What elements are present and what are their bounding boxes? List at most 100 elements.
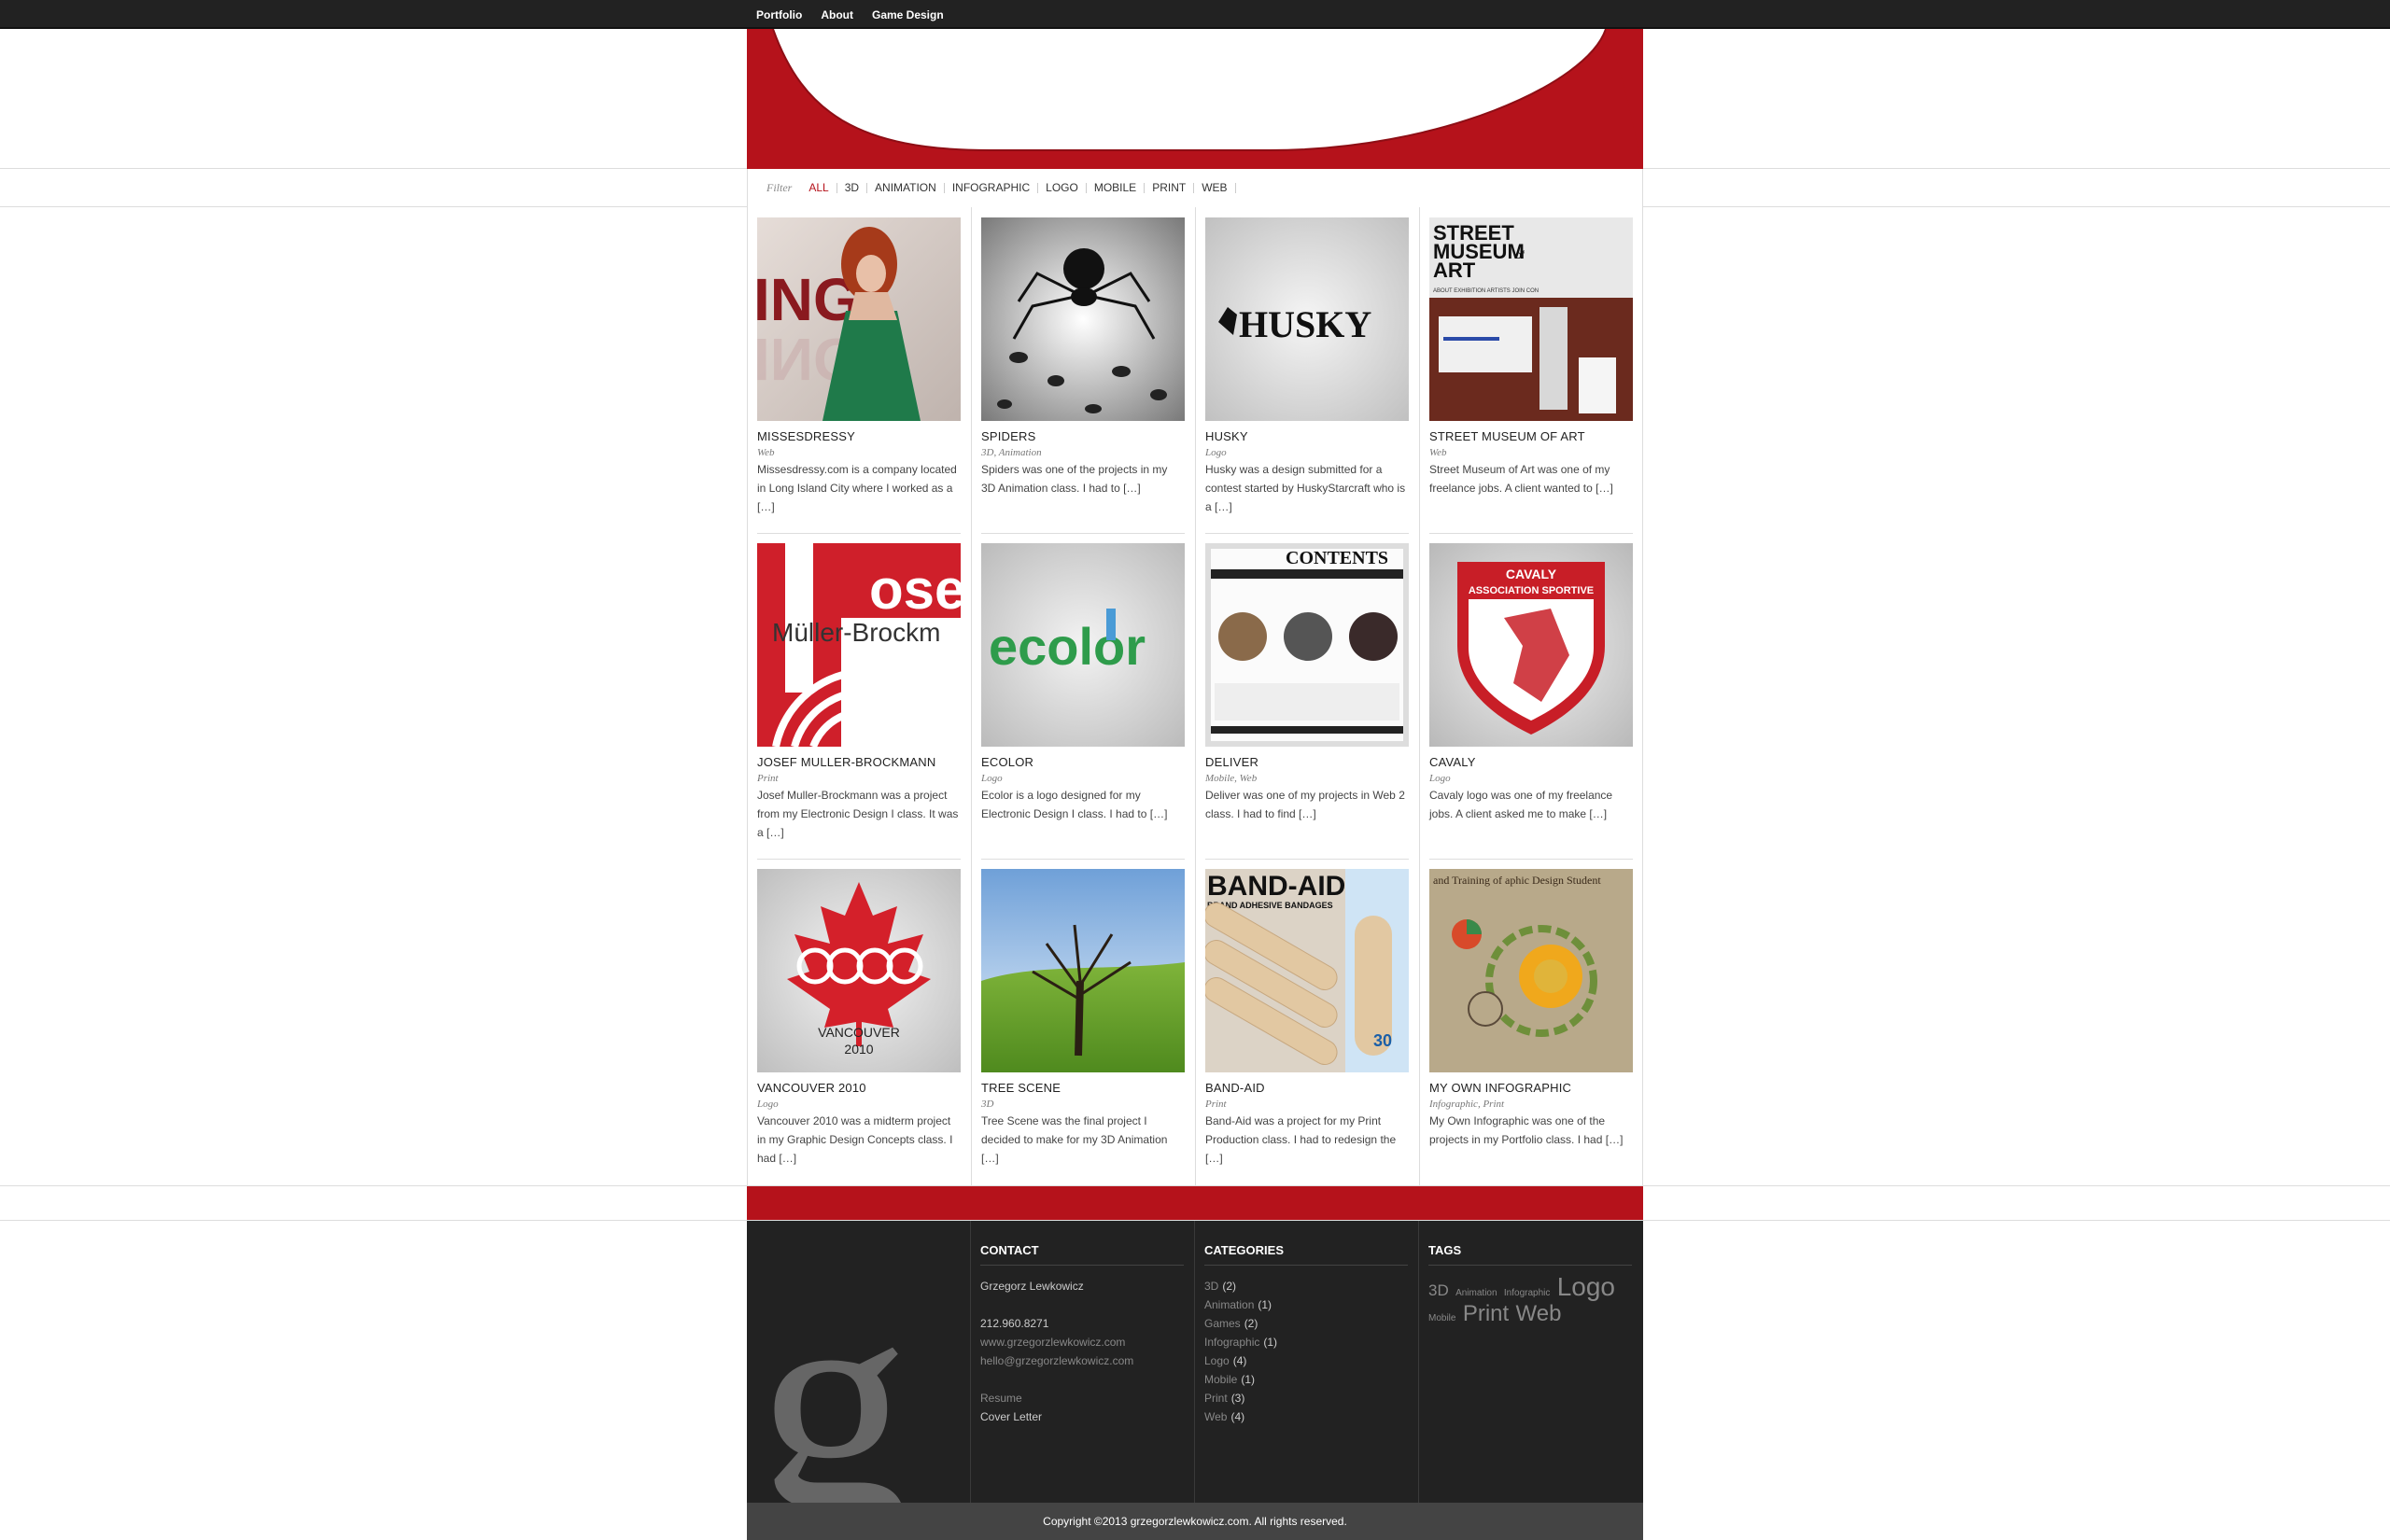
category-link[interactable]: Infographic (1) — [1204, 1333, 1408, 1351]
portfolio-item-spiders[interactable]: SPIDERS 3D, Animation Spiders was one of… — [981, 217, 1185, 497]
item-title[interactable]: HUSKY — [1205, 429, 1409, 443]
thumbnail-josef[interactable]: ose Müller-Brockm — [757, 543, 961, 747]
item-excerpt: Spiders was one of the projects in my 3D… — [981, 463, 1168, 495]
tag-link[interactable]: Infographic — [1504, 1288, 1550, 1298]
item-title[interactable]: MISSESDRESSY — [757, 429, 961, 443]
item-categories[interactable]: Web — [757, 447, 961, 458]
category-link[interactable]: Print (3) — [1204, 1389, 1408, 1407]
top-nav: Portfolio About Game Design — [756, 0, 944, 29]
category-link[interactable]: 3D (2) — [1204, 1277, 1408, 1295]
svg-text:CONTENTS: CONTENTS — [1286, 548, 1388, 568]
thumbnail-missesdressy[interactable]: ING ING — [757, 217, 961, 421]
item-categories[interactable]: Mobile, Web — [1205, 773, 1409, 784]
item-categories[interactable]: Logo — [1205, 447, 1409, 458]
footer-column-divider — [970, 1221, 971, 1503]
item-categories[interactable]: Print — [1205, 1099, 1409, 1110]
svg-text:and Training of aphic Design S: and Training of aphic Design Student — [1433, 874, 1601, 887]
item-title[interactable]: CAVALY — [1429, 755, 1633, 769]
thumbnail-deliver[interactable]: CONTENTS — [1205, 543, 1409, 747]
column-divider — [1419, 207, 1420, 1185]
item-title[interactable]: VANCOUVER 2010 — [757, 1081, 961, 1095]
tag-link[interactable]: Print — [1463, 1301, 1509, 1326]
item-title[interactable]: JOSEF MULLER-BROCKMANN — [757, 755, 961, 769]
svg-text:HUSKY: HUSKY — [1239, 303, 1371, 345]
thumbnail-vancouver[interactable]: VANCOUVER 2010 — [757, 869, 961, 1072]
row-separator — [1205, 533, 1409, 534]
portfolio-item-missesdressy[interactable]: ING ING MISSESDRESSY Web Missesdressy.co… — [757, 217, 961, 516]
item-title[interactable]: MY OWN INFOGRAPHIC — [1429, 1081, 1633, 1095]
red-strip — [747, 1186, 1643, 1220]
cover-letter-link[interactable]: Cover Letter — [980, 1407, 1184, 1426]
item-excerpt: Vancouver 2010 was a midterm project in … — [757, 1114, 953, 1165]
category-link[interactable]: Games (2) — [1204, 1314, 1408, 1333]
thumbnail-ecolor[interactable]: ecolor — [981, 543, 1185, 747]
contact-phone: 212.960.8271 — [980, 1317, 1049, 1330]
nav-about[interactable]: About — [821, 8, 853, 21]
svg-text:ART: ART — [1433, 259, 1476, 282]
resume-link[interactable]: Resume — [980, 1389, 1184, 1407]
tag-cloud: 3D Animation Infographic Logo Mobile Pri… — [1428, 1274, 1632, 1329]
tag-link[interactable]: Animation — [1455, 1288, 1497, 1298]
thumbnail-street-museum[interactable]: STREET MUSEUM of ART ABOUT EXHIBITION AR… — [1429, 217, 1633, 421]
portfolio-item-band-aid[interactable]: BAND-AID BRAND ADHESIVE BANDAGES 30 BAND… — [1205, 869, 1409, 1168]
category-link[interactable]: Mobile (1) — [1204, 1370, 1408, 1389]
filter-logo[interactable]: LOGO — [1038, 182, 1087, 193]
nav-portfolio[interactable]: Portfolio — [756, 8, 802, 21]
thumbnail-cavaly[interactable]: CAVALY ASSOCIATION SPORTIVE — [1429, 543, 1633, 747]
portfolio-item-husky[interactable]: HUSKY HUSKY Logo Husky was a design subm… — [1205, 217, 1409, 516]
thumbnail-spiders[interactable] — [981, 217, 1185, 421]
filter-web[interactable]: WEB — [1194, 182, 1236, 193]
thumbnail-husky[interactable]: HUSKY — [1205, 217, 1409, 421]
category-link[interactable]: Web (4) — [1204, 1407, 1408, 1426]
portfolio-item-street-museum[interactable]: STREET MUSEUM of ART ABOUT EXHIBITION AR… — [1429, 217, 1633, 497]
footer-tags: TAGS 3D Animation Infographic Logo Mobil… — [1428, 1243, 1632, 1329]
thumbnail-band-aid[interactable]: BAND-AID BRAND ADHESIVE BANDAGES 30 — [1205, 869, 1409, 1072]
thumbnail-infographic[interactable]: and Training of aphic Design Student — [1429, 869, 1633, 1072]
filter-mobile[interactable]: MOBILE — [1087, 182, 1146, 193]
item-excerpt: Cavaly logo was one of my freelance jobs… — [1429, 789, 1613, 820]
item-title[interactable]: STREET MUSEUM OF ART — [1429, 429, 1633, 443]
contact-heading: CONTACT — [980, 1243, 1184, 1266]
item-categories[interactable]: 3D — [981, 1099, 1185, 1110]
portfolio-item-infographic[interactable]: and Training of aphic Design Student MY … — [1429, 869, 1633, 1149]
filter-animation[interactable]: ANIMATION — [867, 182, 945, 193]
portfolio-item-ecolor[interactable]: ecolor ECOLOR Logo Ecolor is a logo desi… — [981, 543, 1185, 823]
category-link[interactable]: Logo (4) — [1204, 1351, 1408, 1370]
item-categories[interactable]: Web — [1429, 447, 1633, 458]
item-categories[interactable]: Logo — [981, 773, 1185, 784]
item-title[interactable]: TREE SCENE — [981, 1081, 1185, 1095]
portfolio-item-tree-scene[interactable]: TREE SCENE 3D Tree Scene was the final p… — [981, 869, 1185, 1168]
contact-email-link[interactable]: hello@grzegorzlewkowicz.com — [980, 1351, 1184, 1370]
tag-link[interactable]: Mobile — [1428, 1313, 1455, 1323]
item-categories[interactable]: Print — [757, 773, 961, 784]
item-categories[interactable]: Logo — [1429, 773, 1633, 784]
contact-website-link[interactable]: www.grzegorzlewkowicz.com — [980, 1333, 1184, 1351]
item-title[interactable]: ECOLOR — [981, 755, 1185, 769]
portfolio-grid: ING ING MISSESDRESSY Web Missesdressy.co… — [747, 207, 1643, 1185]
item-categories[interactable]: 3D, Animation — [981, 447, 1185, 458]
tag-link[interactable]: 3D — [1428, 1281, 1449, 1299]
filter-3d[interactable]: 3D — [837, 182, 868, 193]
item-excerpt: Band-Aid was a project for my Print Prod… — [1205, 1114, 1397, 1165]
svg-text:30: 30 — [1373, 1031, 1392, 1050]
portfolio-item-deliver[interactable]: CONTENTS DELIVER Mobile, Web Deliver was… — [1205, 543, 1409, 823]
category-link[interactable]: Animation (1) — [1204, 1295, 1408, 1314]
tag-link[interactable]: Logo — [1557, 1272, 1615, 1301]
tag-link[interactable]: Web — [1516, 1301, 1562, 1326]
portfolio-item-josef[interactable]: ose Müller-Brockm JOSEF MULLER-BROCKMANN… — [757, 543, 961, 842]
filter-print[interactable]: PRINT — [1145, 182, 1195, 193]
svg-text:ecolor: ecolor — [989, 617, 1146, 676]
nav-game-design[interactable]: Game Design — [872, 8, 944, 21]
row-separator — [1429, 859, 1633, 860]
filter-all[interactable]: ALL — [801, 182, 837, 193]
portfolio-item-vancouver[interactable]: VANCOUVER 2010 VANCOUVER 2010 Logo Vanco… — [757, 869, 961, 1168]
item-categories[interactable]: Infographic, Print — [1429, 1099, 1633, 1110]
item-title[interactable]: BAND-AID — [1205, 1081, 1409, 1095]
item-title[interactable]: SPIDERS — [981, 429, 1185, 443]
item-categories[interactable]: Logo — [757, 1099, 961, 1110]
filter-infographic[interactable]: INFOGRAPHIC — [945, 182, 1039, 193]
row-separator — [757, 533, 961, 534]
item-title[interactable]: DELIVER — [1205, 755, 1409, 769]
portfolio-item-cavaly[interactable]: CAVALY ASSOCIATION SPORTIVE CAVALY Logo … — [1429, 543, 1633, 823]
thumbnail-tree-scene[interactable] — [981, 869, 1185, 1072]
